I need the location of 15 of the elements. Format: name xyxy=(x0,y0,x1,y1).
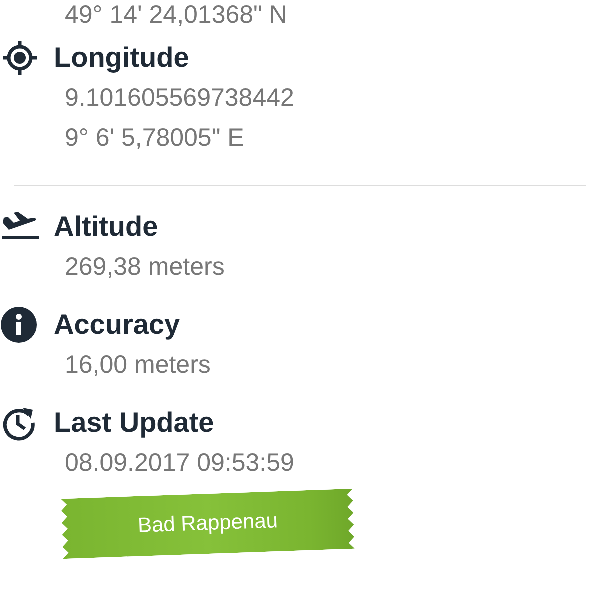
place-label: Bad Rappenau xyxy=(61,488,355,560)
info-icon xyxy=(1,307,37,343)
item-title: Accuracy xyxy=(54,309,180,341)
item-title: Last Update xyxy=(54,407,214,439)
item-value: 08.09.2017 09:53:59 xyxy=(64,448,296,479)
item-value: 269,38 meters xyxy=(64,252,226,283)
item-value: 16,00 meters xyxy=(64,350,212,381)
crosshair-icon xyxy=(1,39,39,77)
item-value: 9.101605569738442 xyxy=(64,83,296,114)
item-title: Altitude xyxy=(54,211,158,243)
item-title: Longitude xyxy=(54,42,190,74)
item-value: 9° 6' 5,78005" E xyxy=(64,123,246,154)
latitude-value: 49° 14' 24,01368" N xyxy=(64,0,288,30)
airplane-icon xyxy=(1,212,39,242)
clock-icon xyxy=(1,405,37,441)
